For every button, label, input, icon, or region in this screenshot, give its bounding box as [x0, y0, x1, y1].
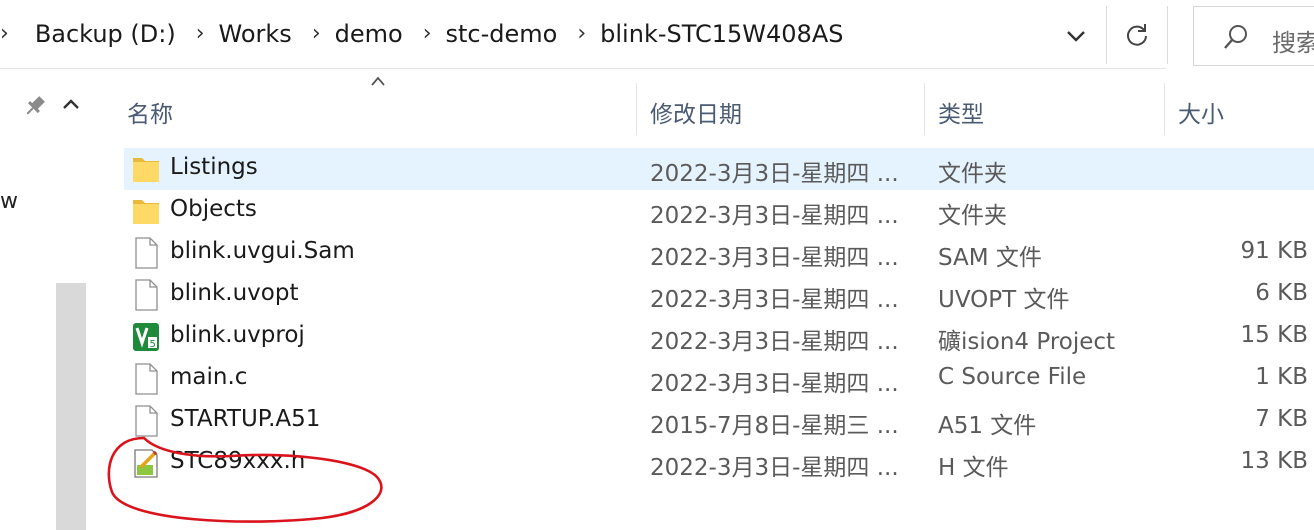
file-date-modified: 2022-3月3日-星期四 ...	[650, 203, 899, 229]
column-header: 名称 修改日期 类型 大小	[100, 69, 1314, 141]
column-type[interactable]: 类型	[938, 95, 984, 129]
search-icon	[1224, 25, 1247, 49]
column-name[interactable]: 名称	[127, 95, 173, 129]
file-row[interactable]: Listings 2022-3月3日-星期四 ... 文件夹	[124, 148, 1314, 190]
collapse-button[interactable]	[56, 89, 86, 119]
column-date-modified[interactable]: 修改日期	[650, 95, 742, 129]
history-dropdown-button[interactable]	[1050, 14, 1102, 58]
svg-text:5: 5	[150, 339, 156, 350]
file-row[interactable]: blink.uvgui.Sam 2022-3月3日-星期四 ... SAM 文件 91…	[124, 232, 1314, 274]
chevron-down-icon	[1067, 31, 1085, 42]
file-date-modified: 2022-3月3日-星期四 ...	[650, 161, 899, 187]
file-row[interactable]: main.c 2022-3月3日-星期四 ... C Source File 1 KB	[124, 358, 1314, 400]
file-size: 7 KB	[1255, 406, 1308, 432]
uvision-icon: 5	[132, 321, 160, 353]
file-size: 1 KB	[1255, 364, 1308, 390]
sort-ascending-icon	[371, 76, 385, 86]
file-row[interactable]: Objects 2022-3月3日-星期四 ... 文件夹	[124, 190, 1314, 232]
file-name: blink.uvproj	[170, 322, 305, 348]
file-date-modified: 2022-3月3日-星期四 ...	[650, 287, 899, 313]
column-divider[interactable]	[924, 83, 925, 135]
breadcrumb-chevron-icon[interactable]: ›	[196, 23, 219, 45]
file-name: Objects	[170, 196, 257, 222]
nav-scrollbar[interactable]	[56, 283, 86, 530]
file-date-modified: 2022-3月3日-星期四 ...	[650, 371, 899, 397]
breadcrumb-chevron-icon[interactable]: ›	[312, 23, 335, 45]
file-type: 文件夹	[938, 203, 1007, 229]
file-size: 15 KB	[1240, 322, 1308, 348]
search-placeholder: 搜索	[1272, 29, 1314, 57]
refresh-button[interactable]	[1106, 6, 1168, 64]
pin-icon[interactable]	[22, 93, 48, 119]
column-size[interactable]: 大小	[1178, 95, 1224, 129]
breadcrumb-chevron-icon[interactable]: ›	[423, 23, 446, 45]
breadcrumb-item-drive[interactable]: Backup (D:)	[35, 20, 196, 48]
file-size: 13 KB	[1240, 448, 1308, 474]
file-date-modified: 2022-3月3日-星期四 ...	[650, 329, 899, 355]
column-divider[interactable]	[1164, 83, 1165, 135]
file-type: H 文件	[938, 455, 1009, 481]
breadcrumb-item-current[interactable]: blink-STC15W408AS	[600, 20, 863, 48]
file-type: A51 文件	[938, 413, 1037, 439]
chevron-up-icon	[63, 99, 79, 109]
file-name: blink.uvopt	[170, 280, 299, 306]
column-divider[interactable]	[636, 83, 637, 135]
file-name: STARTUP.A51	[170, 406, 321, 432]
breadcrumb-chevron-icon[interactable]: ›	[577, 23, 600, 45]
address-bar[interactable]: › Backup (D:) › Works › demo › stc-demo …	[0, 0, 1166, 69]
breadcrumb-chevron-icon[interactable]: ›	[0, 23, 35, 45]
breadcrumb-item-works[interactable]: Works	[219, 20, 312, 48]
file-name: Listings	[170, 154, 258, 180]
file-size: 91 KB	[1240, 238, 1308, 264]
file-row[interactable]: 5 blink.uvproj 2022-3月3日-星期四 ... 礦ision4 Pr…	[124, 316, 1314, 358]
folder-icon	[132, 153, 160, 185]
annotation-circle	[107, 436, 383, 523]
file-name: blink.uvgui.Sam	[170, 238, 355, 264]
file-name: main.c	[170, 364, 248, 390]
file-type: 文件夹	[938, 161, 1007, 187]
file-date-modified: 2015-7月8日-星期三 ...	[650, 413, 899, 439]
navigation-pane: w	[0, 69, 88, 530]
search-input[interactable]: 搜索	[1193, 6, 1314, 66]
refresh-icon	[1127, 24, 1147, 46]
file-icon	[132, 363, 160, 395]
folder-icon	[132, 195, 160, 227]
breadcrumb-item-demo[interactable]: demo	[335, 20, 423, 48]
file-icon	[132, 279, 160, 311]
file-date-modified: 2022-3月3日-星期四 ...	[650, 455, 899, 481]
file-type: UVOPT 文件	[938, 287, 1070, 313]
file-type: C Source File	[938, 364, 1087, 390]
file-type: SAM 文件	[938, 245, 1042, 271]
nav-item-label[interactable]: w	[0, 189, 18, 214]
breadcrumb: › Backup (D:) › Works › demo › stc-demo …	[0, 0, 863, 68]
file-row[interactable]: blink.uvopt 2022-3月3日-星期四 ... UVOPT 文件 6 KB	[124, 274, 1314, 316]
file-size: 6 KB	[1255, 280, 1308, 306]
file-type: 礦ision4 Project	[938, 329, 1116, 355]
file-icon	[132, 237, 160, 269]
breadcrumb-item-stc-demo[interactable]: stc-demo	[446, 20, 578, 48]
file-date-modified: 2022-3月3日-星期四 ...	[650, 245, 899, 271]
